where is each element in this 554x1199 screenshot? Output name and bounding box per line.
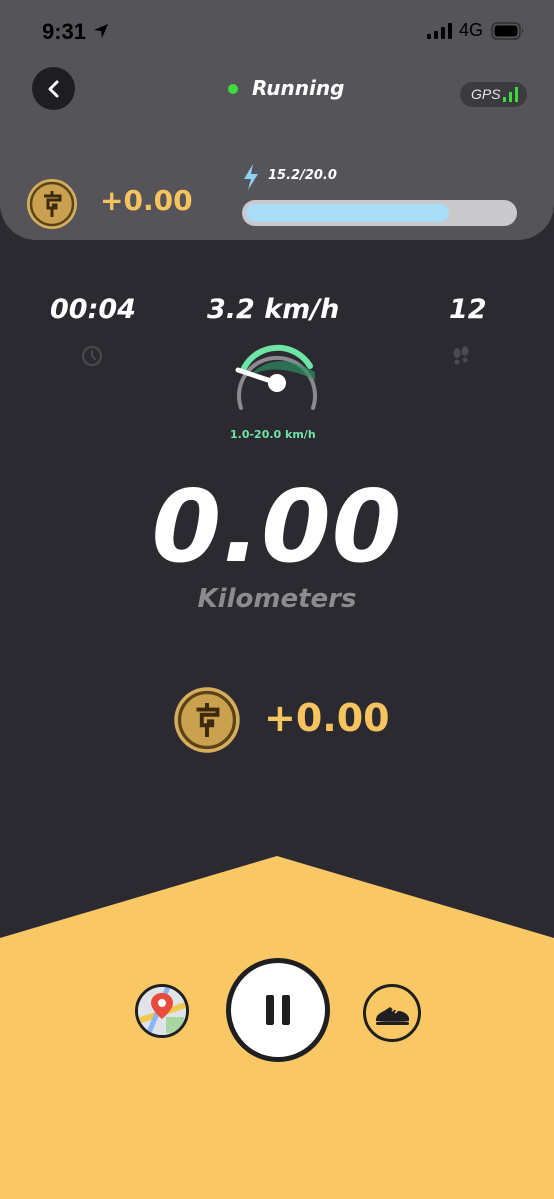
status-time: 9:31 [42, 19, 87, 44]
steps-value: 12 [449, 294, 487, 325]
gps-signal-icon [503, 87, 518, 102]
distance-value: 0.00 [151, 468, 403, 585]
back-button[interactable] [32, 67, 75, 110]
cellular-signal-icon [427, 23, 452, 39]
sneaker-icon [376, 1007, 409, 1025]
network-type: 4G [459, 20, 484, 40]
header-reward-value: +0.00 [100, 184, 193, 217]
lightning-bolt-icon [244, 164, 258, 190]
map-button[interactable] [135, 984, 189, 1038]
clock-icon [82, 346, 102, 366]
sneaker-button[interactable] [363, 984, 421, 1042]
energy-label: 15.2/20.0 [268, 168, 337, 183]
map-pin-icon [138, 987, 186, 1035]
speedometer-gauge [235, 344, 317, 410]
energy-bar-fill [246, 204, 449, 222]
pause-icon [266, 995, 290, 1025]
location-arrow-icon [94, 24, 108, 38]
status-bar: 9:31 4G [0, 0, 554, 60]
speed-value: 3.2 km/h [207, 294, 340, 325]
duration-value: 00:04 [50, 294, 136, 325]
energy-bar [242, 200, 517, 226]
battery-icon [491, 22, 524, 40]
coin-icon [27, 179, 77, 229]
running-status-label: Running [252, 76, 345, 100]
chevron-left-icon [48, 80, 58, 97]
gps-indicator: GPS [460, 82, 527, 107]
reward-value: +0.00 [264, 696, 390, 740]
running-status-dot [228, 84, 238, 94]
distance-unit: Kilometers [197, 584, 357, 614]
pause-button[interactable] [226, 958, 330, 1062]
speed-range-label: 1.0-20.0 km/h [230, 428, 316, 441]
top-panel: 9:31 4G Running GPS +0.00 15.2/20.0 [0, 0, 554, 240]
gps-label: GPS [471, 86, 501, 102]
coin-icon [174, 687, 240, 753]
footprints-icon [453, 346, 469, 365]
